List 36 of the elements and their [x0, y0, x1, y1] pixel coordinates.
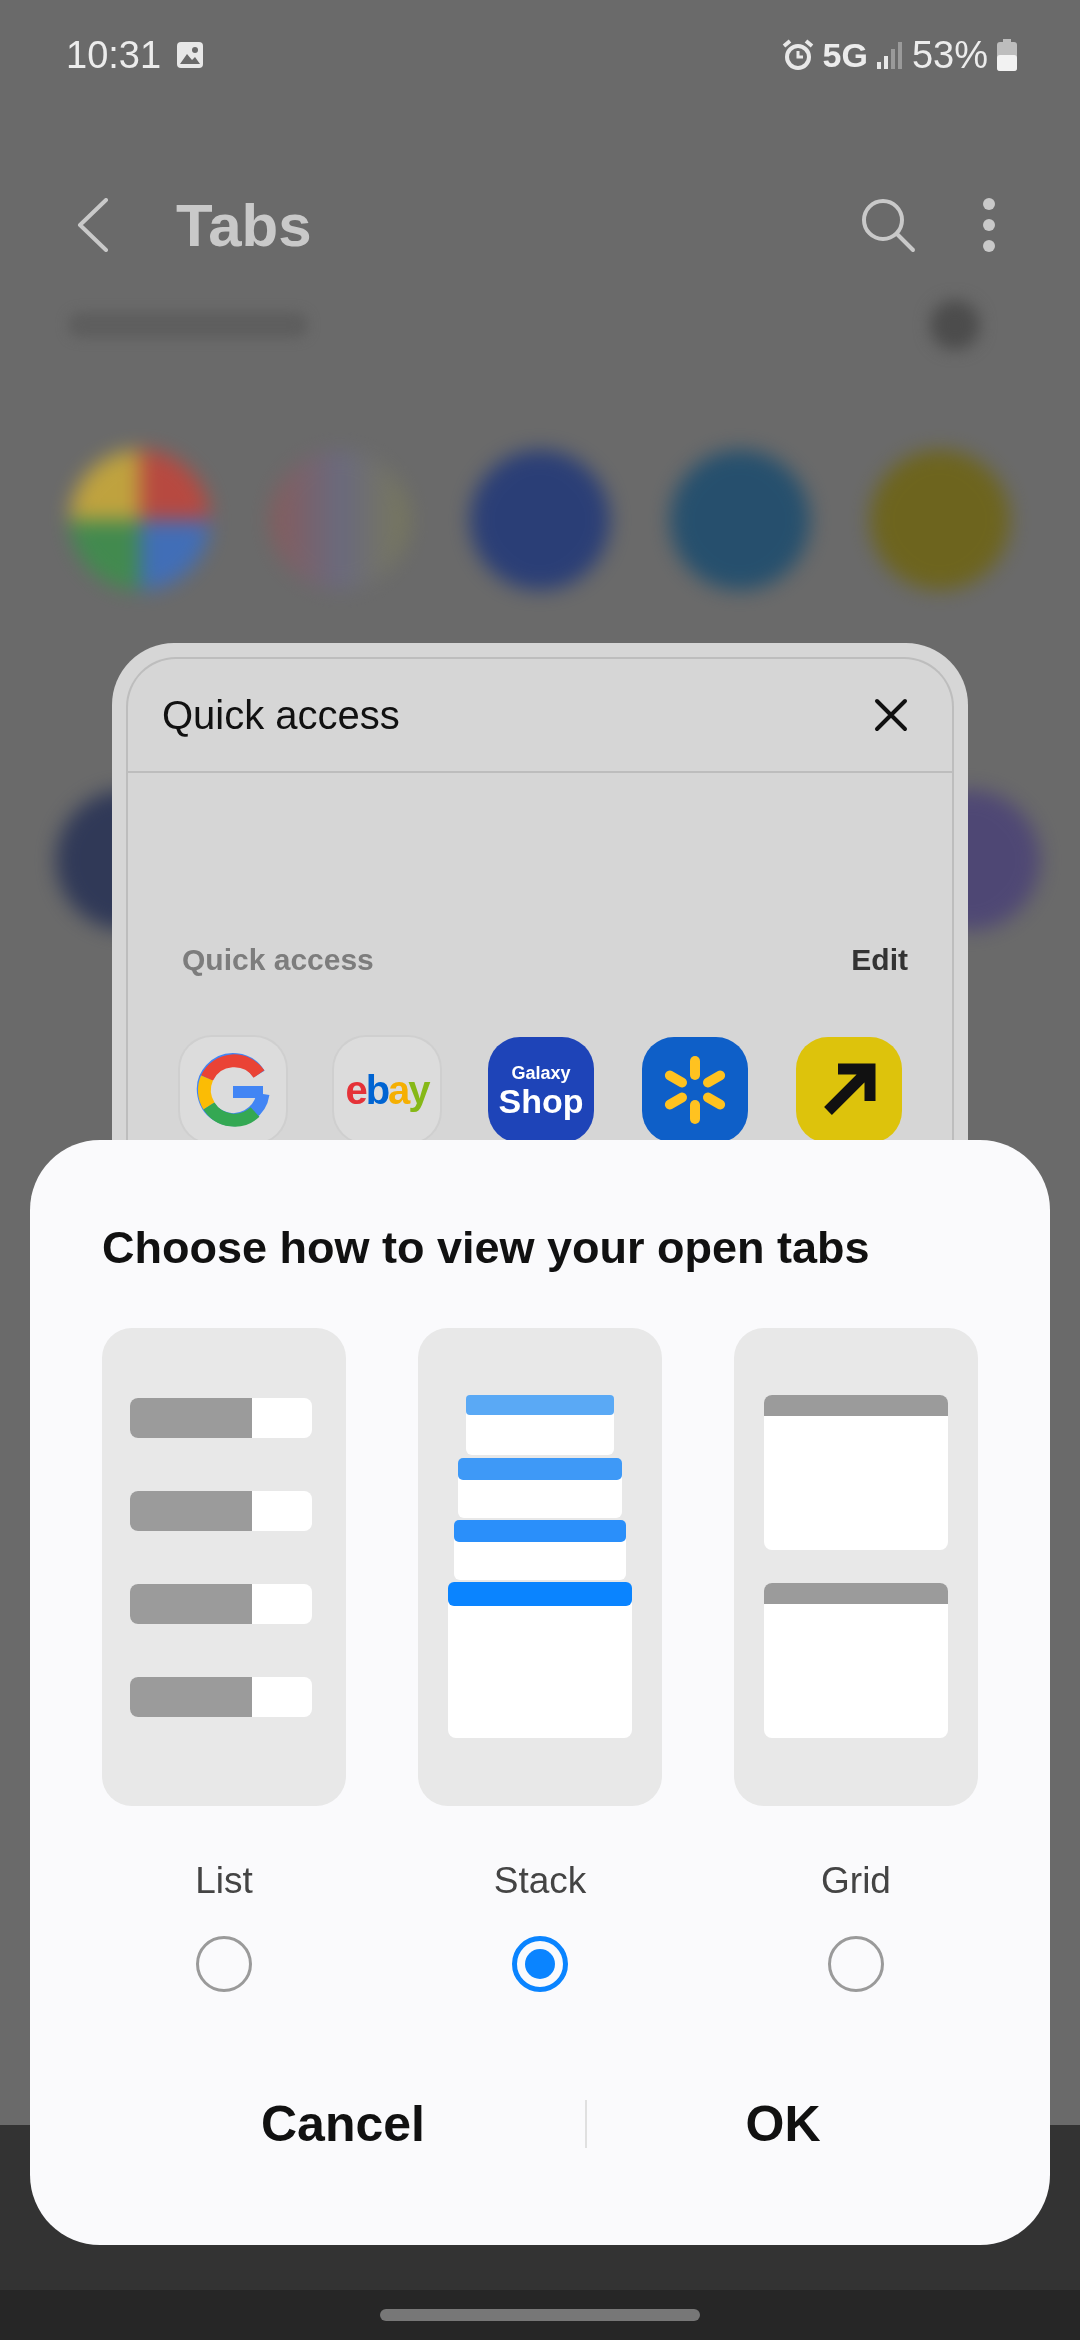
ebay-shortcut[interactable]: ebay [334, 1037, 440, 1143]
radio-button[interactable] [196, 1936, 252, 1992]
battery-icon [996, 38, 1018, 72]
battery-percent: 53% [911, 33, 988, 77]
radio-button[interactable] [512, 1936, 568, 1992]
galaxy-shop-shortcut[interactable]: Galaxy Shop [488, 1037, 594, 1143]
stack-layout-preview[interactable] [418, 1328, 662, 1806]
option-label: List [194, 1859, 254, 1903]
section-label: Quick access [182, 943, 374, 977]
edit-link[interactable]: Edit [851, 943, 908, 977]
arrow-shortcut[interactable] [796, 1037, 902, 1143]
panel-title: Quick access [162, 692, 400, 738]
ok-button[interactable]: OK [587, 2094, 979, 2154]
list-layout-preview[interactable] [102, 1328, 346, 1806]
back-icon[interactable] [76, 198, 110, 252]
grid-layout-preview[interactable] [734, 1328, 978, 1806]
home-handle[interactable] [380, 2309, 700, 2321]
clock-time: 10:31 [66, 33, 162, 77]
gallery-icon [175, 40, 206, 70]
radio-button[interactable] [828, 1936, 884, 1992]
alarm-icon [780, 38, 815, 72]
option-label: Grid [820, 1859, 892, 1903]
dialog-title: Choose how to view your open tabs [101, 1221, 871, 1275]
blurred-app-icon [870, 450, 1010, 590]
more-options-icon[interactable] [982, 197, 996, 253]
blurred-app-icon [670, 450, 810, 590]
blurred-app-icon [470, 450, 610, 590]
close-icon[interactable] [874, 698, 908, 732]
signal-icon [875, 40, 904, 70]
cancel-button[interactable]: Cancel [123, 2094, 563, 2154]
page-title: Tabs [176, 190, 312, 260]
network-type: 5G [822, 35, 868, 75]
google-shortcut[interactable] [180, 1037, 286, 1143]
option-label: Stack [492, 1859, 588, 1903]
search-icon[interactable] [860, 197, 916, 253]
walmart-shortcut[interactable] [642, 1037, 748, 1143]
